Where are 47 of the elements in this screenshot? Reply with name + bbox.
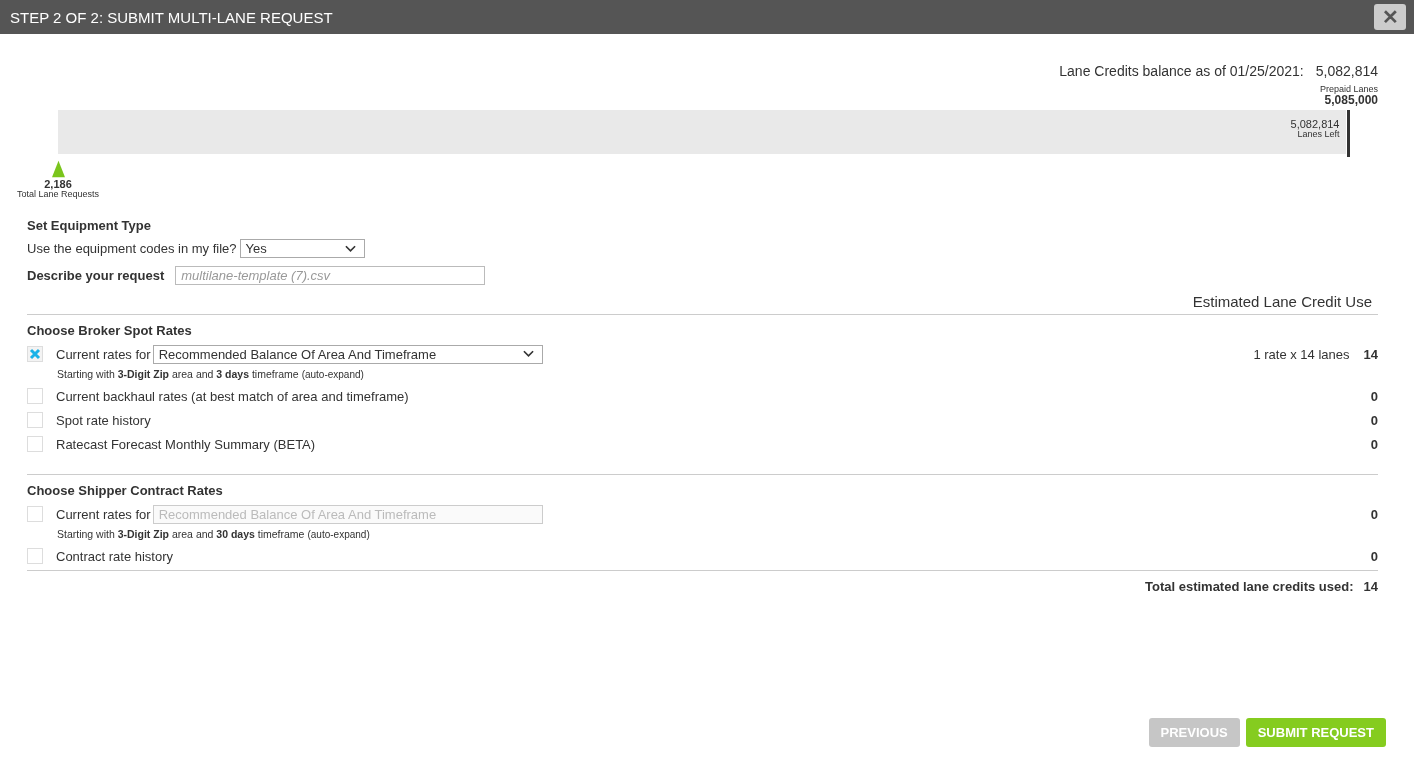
section-heading: Choose Broker Spot Rates — [27, 323, 193, 338]
option-label: Contract rate history — [56, 548, 174, 564]
describe-field[interactable]: multilane-template (7).csv — [175, 266, 486, 285]
triangle-marker-icon — [51, 160, 65, 179]
checkbox[interactable] — [27, 388, 43, 404]
credit-value: 0 — [1369, 548, 1378, 564]
credit-value: 0 — [1369, 388, 1378, 404]
chevron-down-icon — [344, 244, 356, 253]
equipment-question: Use the equipment codes in my file? — [27, 241, 237, 256]
hint-note: (auto-expand) — [301, 369, 364, 380]
option-label: Current backhaul rates (at best match of area and timeframe) — [56, 388, 409, 404]
requests-value: 2,186 — [44, 178, 72, 191]
credit-detail: 1 rate x 14 lanes — [1253, 346, 1350, 362]
balance-value: 5,082,814 — [1315, 63, 1378, 79]
lanes-left-label: Lanes Left — [1297, 130, 1340, 140]
option-label: Ratecast Forecast Monthly Summary (BETA) — [56, 436, 316, 452]
lanes-left-value: 5,082,814 — [1290, 118, 1340, 131]
checkbox[interactable] — [27, 548, 43, 564]
equipment-select[interactable]: Yes — [239, 239, 365, 258]
close-button[interactable]: ✕ — [1374, 4, 1406, 30]
total-label: Total estimated lane credits used: — [1145, 579, 1354, 594]
credit-value: 0 — [1369, 436, 1378, 452]
checkbox[interactable] — [27, 412, 43, 428]
checkbox[interactable] — [27, 506, 43, 522]
balance-label: Lane Credits balance as of 01/25/2021: — [1059, 63, 1304, 79]
credit-column-heading: Estimated Lane Credit Use — [1192, 293, 1372, 310]
checkbox[interactable] — [27, 346, 43, 362]
checkbox[interactable] — [27, 436, 43, 452]
rate-select[interactable]: Recommended Balance Of Area And Timeframe — [152, 344, 543, 364]
credit-value: 14 — [1363, 346, 1378, 362]
option-label: Current rates for — [56, 506, 151, 522]
section-heading: Choose Shipper Contract Rates — [27, 483, 224, 498]
prepaid-value: 5,085,000 — [1324, 94, 1378, 108]
credit-value: 0 — [1369, 506, 1378, 522]
option-label: Current rates for — [56, 346, 151, 362]
total-value: 14 — [1363, 579, 1378, 594]
chevron-down-icon — [522, 350, 534, 358]
prepaid-label: Prepaid Lanes — [1319, 85, 1378, 95]
window-title: STEP 2 OF 2: SUBMIT MULTI-LANE REQUEST — [10, 8, 333, 26]
describe-label: Describe your request — [27, 268, 165, 283]
hint-text: Starting with 3-Digit Zip area and 30 days timeframe — [57, 528, 305, 540]
requests-label: Total Lane Requests — [16, 190, 100, 200]
hint-note: (auto-expand) — [307, 529, 370, 540]
section-heading: Set Equipment Type — [27, 218, 152, 233]
option-label: Spot rate history — [56, 412, 151, 428]
credit-value: 0 — [1369, 412, 1378, 428]
hint-text: Starting with 3-Digit Zip area and 3 days timeframe — [57, 368, 299, 380]
